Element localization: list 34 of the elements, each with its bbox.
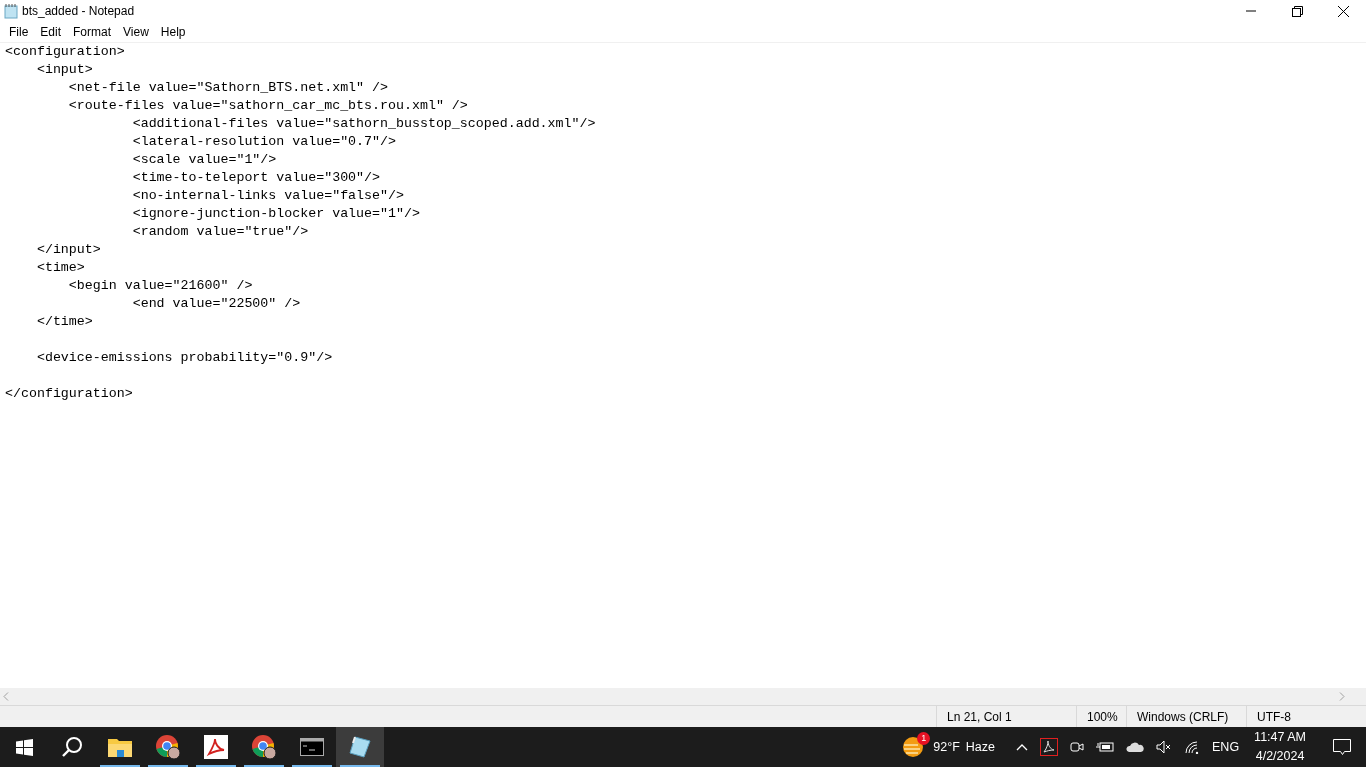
status-text: Ln 21, Col 1 (947, 710, 1012, 724)
clock-date[interactable]: 4/2/2024 (1255, 747, 1305, 766)
status-text: Windows (CRLF) (1137, 710, 1229, 724)
pdf-icon[interactable] (1037, 738, 1061, 756)
window-title: bts_added - Notepad (22, 3, 135, 20)
notepad-icon (348, 735, 372, 759)
status-text: UTF-8 (1257, 710, 1291, 724)
weather-temperature: 92°F (933, 738, 960, 756)
notification-badge: 1 (917, 732, 931, 745)
notepad-taskbar-button[interactable] (336, 727, 384, 767)
language-indicator[interactable]: ENG (1209, 737, 1243, 757)
editor-text[interactable]: <configuration> <input> <net-file value="Sathorn_BTS.net.xml" /> <route-files value="sathorn_car_mc_bts.rou.xml" /> <additional-files value="sathorn_busstop_scoped.add.xml"/> <lateral-resolution value="0.7"/> <scale value="1"/> <time-to-teleport value="300"/> <no-internal-links value="false"/> <ignore-junction-blocker value="1"/> <random value="true"/> </input> <time> <begin value="21600" /> <end value="22500" /> </time> <device-emissions probability="0.9"/> </configuration> (0, 43, 1366, 688)
menu-item[interactable]: View (117, 22, 155, 42)
camera-icon[interactable] (1067, 740, 1087, 754)
menu-item[interactable]: Format (67, 22, 118, 42)
notepad-icon (3, 3, 19, 19)
menu-item[interactable]: Help (154, 22, 192, 42)
browser-icon (251, 734, 277, 760)
status-text: 100% (1087, 710, 1118, 724)
terminal-icon (300, 738, 324, 756)
menu-item[interactable]: Edit (34, 22, 68, 42)
cloud-icon[interactable] (1123, 741, 1147, 753)
pdf-icon (204, 735, 228, 759)
close-icon (1337, 5, 1349, 17)
clock-time[interactable]: 11:47 AM (1254, 728, 1306, 747)
weather-icon[interactable] (902, 736, 925, 758)
restore-icon (1291, 5, 1303, 17)
battery-icon[interactable] (1093, 741, 1117, 753)
menu-item[interactable]: File (3, 22, 35, 42)
start-icon (15, 738, 33, 756)
search-icon (61, 736, 83, 758)
folder-icon (108, 737, 132, 757)
browser-icon (155, 734, 181, 760)
weather-condition: Haze (965, 738, 995, 756)
